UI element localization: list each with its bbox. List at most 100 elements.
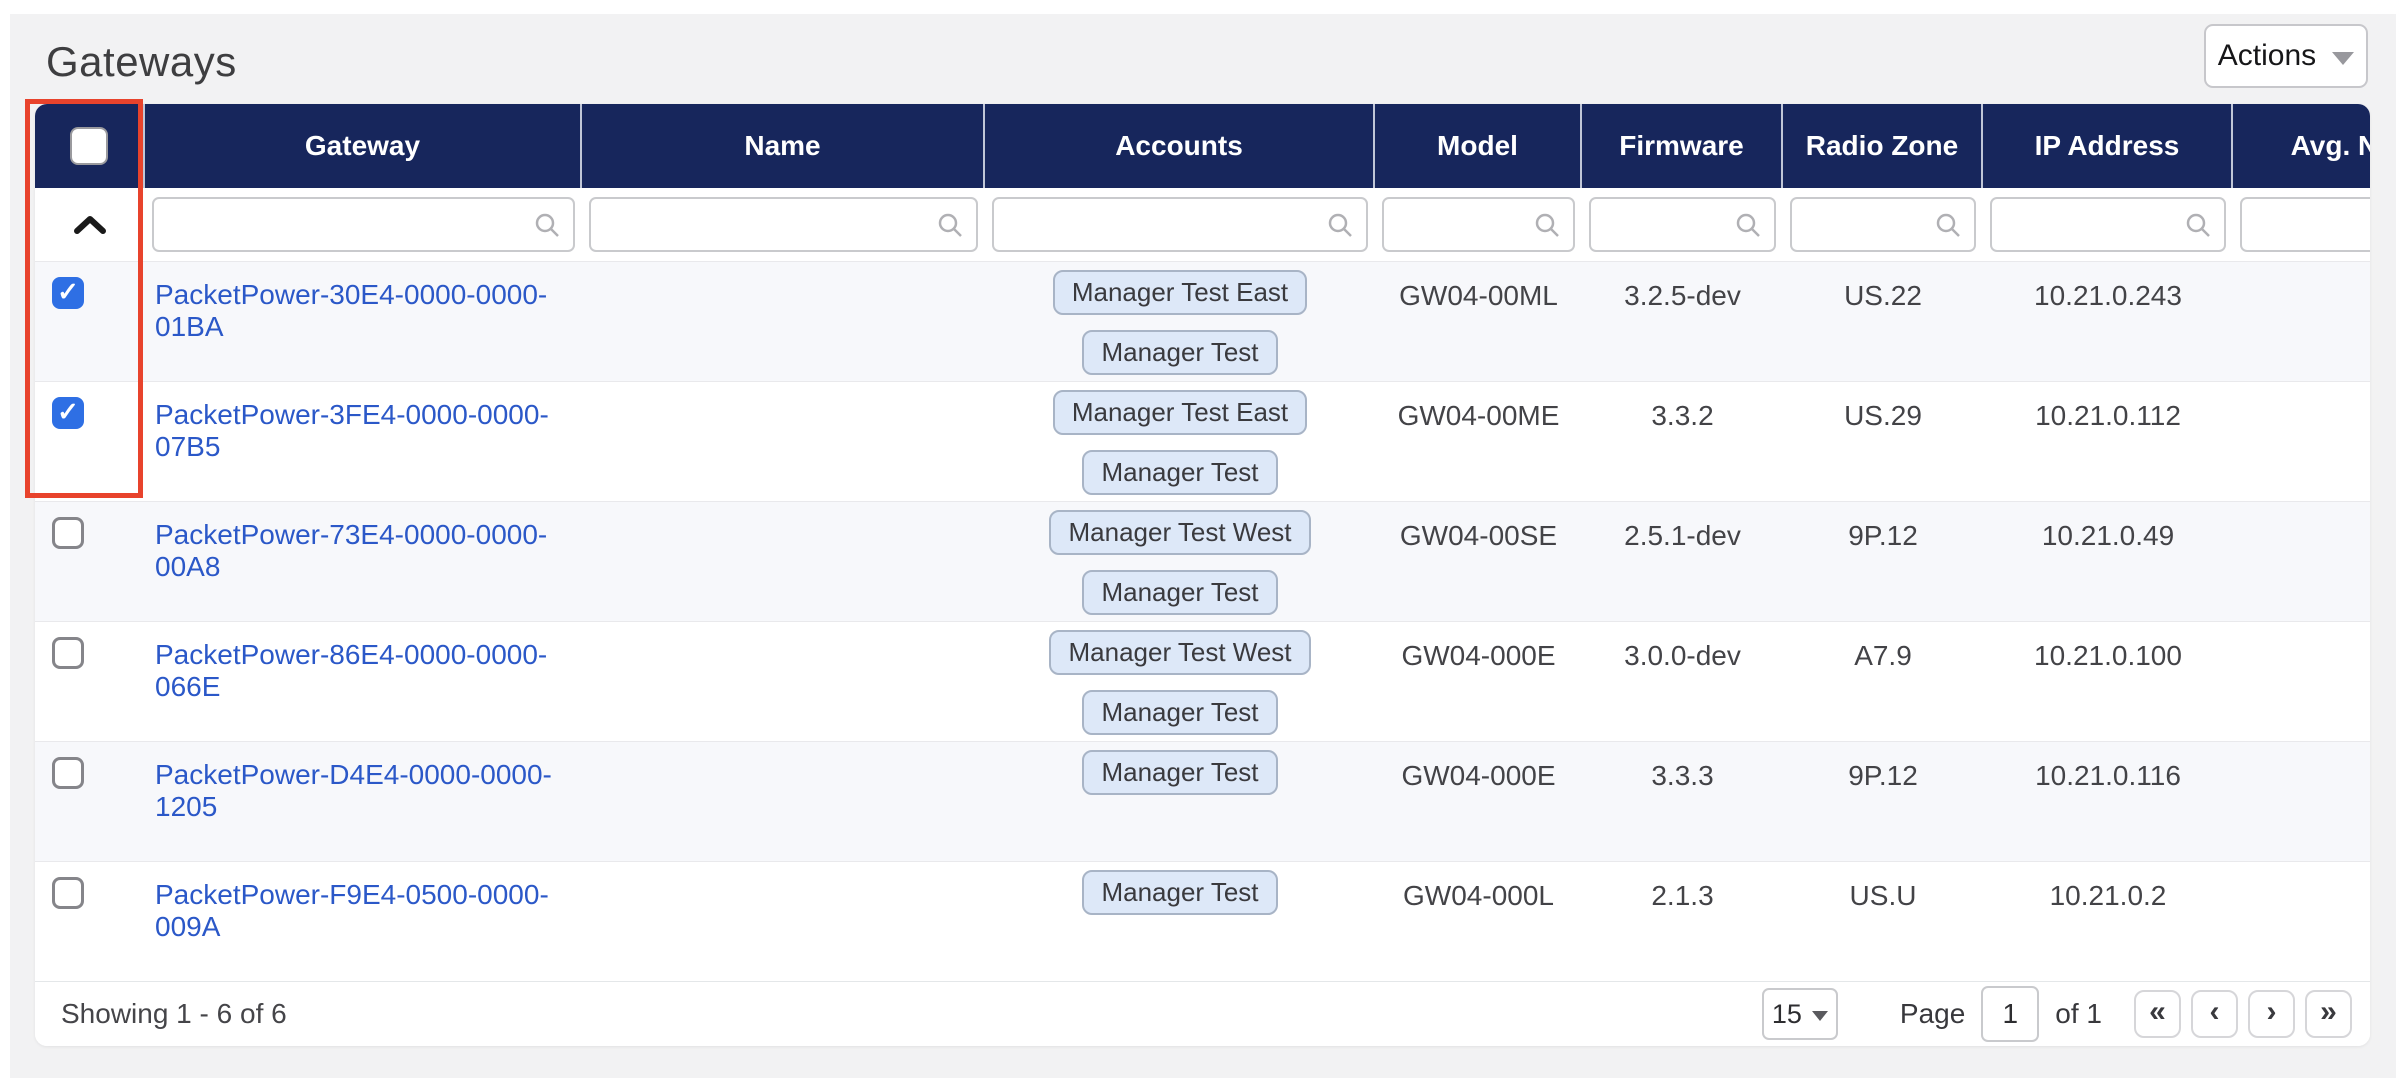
- row-checkbox[interactable]: [52, 757, 84, 789]
- row-checkbox[interactable]: [52, 517, 84, 549]
- radio-zone-cell: A7.9: [1783, 622, 1983, 741]
- ip-address-filter-input[interactable]: [1990, 197, 2226, 252]
- radio-zone-cell: US.U: [1783, 862, 1983, 981]
- model-cell: GW04-000E: [1375, 742, 1582, 861]
- header-cell-ip-address[interactable]: IP Address: [1983, 104, 2233, 188]
- filter-row: [35, 188, 2370, 261]
- gateway-link[interactable]: PacketPower-73E4-0000-0000-00A8: [155, 519, 582, 583]
- model-cell: GW04-00ME: [1375, 382, 1582, 501]
- header-cell-select: [35, 104, 145, 188]
- firmware-filter-input[interactable]: [1589, 197, 1776, 252]
- radio-zone-cell: US.22: [1783, 262, 1983, 381]
- accounts-cell: Manager Test: [985, 742, 1375, 861]
- accounts-cell: Manager Test East Manager Test: [985, 382, 1375, 501]
- avg-no-cell: [2233, 382, 2370, 501]
- header-cell-model[interactable]: Model: [1375, 104, 1582, 188]
- name-cell: [582, 502, 985, 621]
- previous-page-button[interactable]: ‹: [2191, 990, 2238, 1038]
- double-chevron-left-icon: «: [2149, 995, 2166, 1029]
- table-row: PacketPower-86E4-0000-0000-066E Manager …: [35, 621, 2370, 741]
- account-tag: Manager Test: [1082, 690, 1277, 735]
- select-all-checkbox[interactable]: [70, 127, 108, 165]
- gateway-link[interactable]: PacketPower-F9E4-0500-0000-009A: [155, 879, 582, 943]
- gateway-link[interactable]: PacketPower-30E4-0000-0000-01BA: [155, 279, 582, 343]
- account-tag: Manager Test West: [1049, 510, 1310, 555]
- chevron-down-icon: [2332, 52, 2354, 65]
- ip-address-cell: 10.21.0.100: [1983, 622, 2233, 741]
- gateways-table: Gateway Name Accounts Model Firmware Rad…: [35, 104, 2370, 1046]
- name-cell: [582, 742, 985, 861]
- chevron-left-icon: ‹: [2210, 995, 2220, 1029]
- page-size-value: 15: [1772, 999, 1802, 1030]
- name-filter-input[interactable]: [589, 197, 978, 252]
- header-cell-name[interactable]: Name: [582, 104, 985, 188]
- account-tag: Manager Test: [1082, 450, 1277, 495]
- gateway-link[interactable]: PacketPower-86E4-0000-0000-066E: [155, 639, 582, 703]
- page-number-input[interactable]: [1981, 986, 2039, 1042]
- avg-no-cell: [2233, 262, 2370, 381]
- table-footer: Showing 1 - 6 of 6 15 Page of 1 « ‹ › »: [35, 981, 2370, 1046]
- account-tag: Manager Test: [1082, 870, 1277, 915]
- radio-zone-filter-input[interactable]: [1790, 197, 1976, 252]
- account-tag: Manager Test West: [1049, 630, 1310, 675]
- radio-zone-cell: 9P.12: [1783, 502, 1983, 621]
- actions-button[interactable]: Actions: [2204, 24, 2368, 88]
- firmware-cell: 3.3.2: [1582, 382, 1783, 501]
- firmware-cell: 3.0.0-dev: [1582, 622, 1783, 741]
- first-page-button[interactable]: «: [2134, 990, 2181, 1038]
- firmware-cell: 2.1.3: [1582, 862, 1783, 981]
- accounts-filter-input[interactable]: [992, 197, 1368, 252]
- header-cell-accounts[interactable]: Accounts: [985, 104, 1375, 188]
- avg-no-cell: [2233, 742, 2370, 861]
- model-cell: GW04-00SE: [1375, 502, 1582, 621]
- header-cell-gateway[interactable]: Gateway: [145, 104, 582, 188]
- account-tag: Manager Test: [1082, 750, 1277, 795]
- row-checkbox[interactable]: [52, 637, 84, 669]
- name-cell: [582, 382, 985, 501]
- gateway-link[interactable]: PacketPower-D4E4-0000-0000-1205: [155, 759, 582, 823]
- accounts-cell: Manager Test West Manager Test: [985, 622, 1375, 741]
- account-tag: Manager Test: [1082, 570, 1277, 615]
- last-page-button[interactable]: »: [2305, 990, 2352, 1038]
- model-filter-input[interactable]: [1382, 197, 1575, 252]
- gateway-link[interactable]: PacketPower-3FE4-0000-0000-07B5: [155, 399, 582, 463]
- double-chevron-right-icon: »: [2320, 995, 2337, 1029]
- chevron-up-icon: [73, 215, 107, 235]
- header-cell-radio-zone[interactable]: Radio Zone: [1783, 104, 1983, 188]
- page-title: Gateways: [46, 38, 237, 86]
- next-page-button[interactable]: ›: [2248, 990, 2295, 1038]
- collapse-sort-control[interactable]: [42, 197, 138, 252]
- account-tag: Manager Test: [1082, 330, 1277, 375]
- chevron-down-icon: [1812, 1011, 1828, 1021]
- page-size-select[interactable]: 15: [1762, 988, 1838, 1040]
- model-cell: GW04-000L: [1375, 862, 1582, 981]
- table-header-row: Gateway Name Accounts Model Firmware Rad…: [35, 104, 2370, 188]
- table-row: PacketPower-73E4-0000-0000-00A8 Manager …: [35, 501, 2370, 621]
- accounts-cell: Manager Test West Manager Test: [985, 502, 1375, 621]
- header-cell-firmware[interactable]: Firmware: [1582, 104, 1783, 188]
- row-checkbox[interactable]: [52, 877, 84, 909]
- table-row: PacketPower-F9E4-0500-0000-009A Manager …: [35, 861, 2370, 981]
- actions-button-label: Actions: [2218, 39, 2316, 73]
- gateways-page: Gateways Actions Gateway Name Accounts M…: [0, 0, 2396, 1078]
- name-cell: [582, 862, 985, 981]
- name-cell: [582, 622, 985, 741]
- account-tag: Manager Test East: [1053, 270, 1307, 315]
- row-checkbox[interactable]: [52, 397, 84, 429]
- firmware-cell: 2.5.1-dev: [1582, 502, 1783, 621]
- account-tag: Manager Test East: [1053, 390, 1307, 435]
- avg-no-cell: [2233, 862, 2370, 981]
- radio-zone-cell: 9P.12: [1783, 742, 1983, 861]
- page-label: Page: [1900, 998, 1965, 1030]
- ip-address-cell: 10.21.0.243: [1983, 262, 2233, 381]
- ip-address-cell: 10.21.0.112: [1983, 382, 2233, 501]
- avg-no-filter-input[interactable]: [2240, 197, 2370, 252]
- model-cell: GW04-000E: [1375, 622, 1582, 741]
- gateway-filter-input[interactable]: [152, 197, 575, 252]
- firmware-cell: 3.3.3: [1582, 742, 1783, 861]
- avg-no-cell: [2233, 622, 2370, 741]
- header-cell-avg-no[interactable]: Avg. No: [2233, 104, 2370, 188]
- row-checkbox[interactable]: [52, 277, 84, 309]
- ip-address-cell: 10.21.0.2: [1983, 862, 2233, 981]
- radio-zone-cell: US.29: [1783, 382, 1983, 501]
